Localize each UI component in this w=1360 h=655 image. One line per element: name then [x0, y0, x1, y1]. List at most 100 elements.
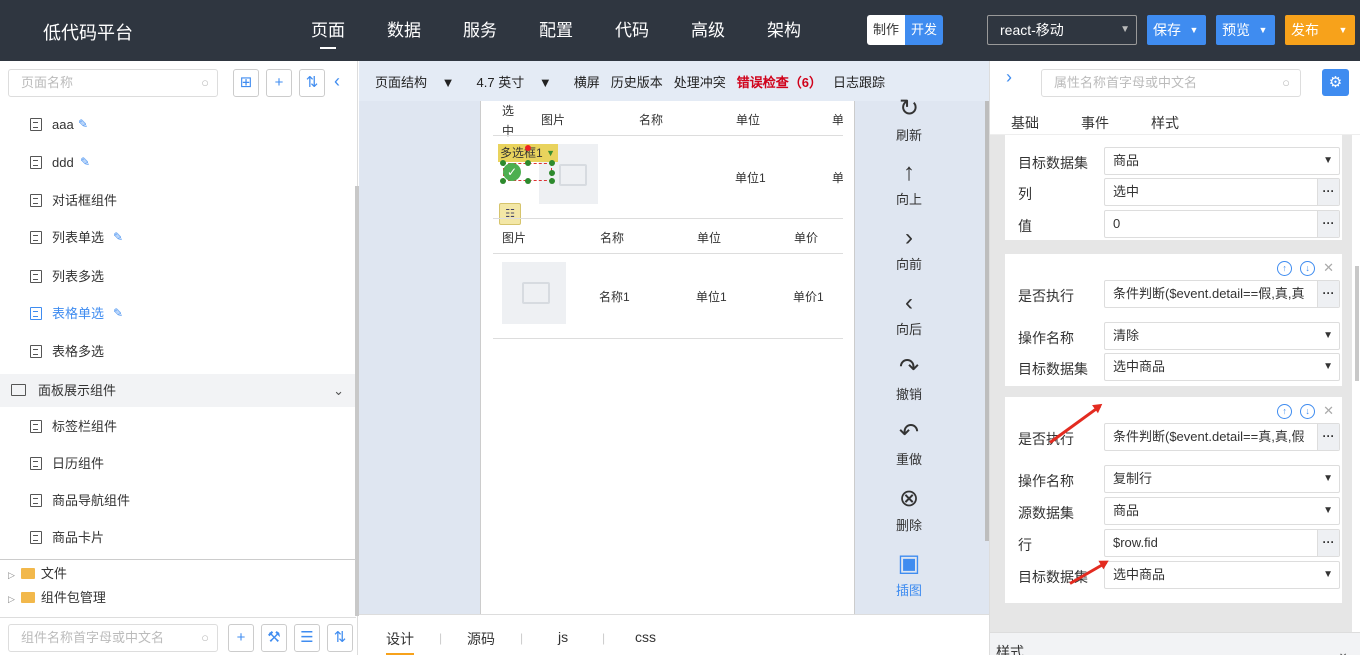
caret-down-icon[interactable]: ▼ — [1182, 15, 1206, 45]
move-up-circle-icon[interactable]: ↑ — [1277, 260, 1293, 276]
check-icon[interactable]: ✓ — [503, 163, 521, 181]
folder-item[interactable]: 面板展示组件 ⌄ — [0, 374, 356, 407]
wrench-button[interactable]: ⚒ — [261, 624, 287, 652]
page-item[interactable]: 表格多选 — [0, 333, 350, 370]
nav-data[interactable]: 数据 — [366, 0, 442, 61]
tab-design[interactable]: 设计 — [386, 629, 414, 655]
expand-icon[interactable]: ▷ — [8, 570, 15, 580]
search-icon[interactable]: ○ — [201, 625, 209, 651]
tab-js[interactable]: js — [558, 629, 568, 645]
move-down-circle-icon[interactable]: ↓ — [1300, 260, 1316, 276]
conflict-button[interactable]: 处理冲突 — [674, 72, 726, 91]
tab-style[interactable]: 样式 — [1151, 113, 1179, 133]
search-icon[interactable]: ○ — [201, 70, 209, 96]
nav-advanced[interactable]: 高级 — [670, 0, 746, 61]
resize-handle[interactable] — [525, 160, 531, 166]
page-item[interactable]: 日历组件 — [0, 445, 350, 482]
undo-button[interactable]: ↷ 撤销 — [879, 352, 939, 403]
device-size-dropdown[interactable]: 4.7 英寸 ▼ — [477, 72, 563, 91]
more-icon[interactable]: ··· — [1317, 211, 1339, 237]
page-item[interactable]: 商品导航组件 — [0, 482, 350, 519]
page-structure-dropdown[interactable]: 页面结构 ▼ — [375, 72, 466, 91]
move-up-button[interactable]: ↑ 向上 — [879, 157, 939, 208]
delete-button[interactable]: ⊗ 删除 — [879, 483, 939, 534]
text-field[interactable]: 条件判断($event.detail==假,真,真 ··· — [1104, 280, 1340, 308]
nav-code[interactable]: 代码 — [594, 0, 670, 61]
select-field[interactable]: 商品 ▼ — [1104, 497, 1340, 525]
more-icon[interactable]: ··· — [1317, 530, 1339, 556]
style-section-header[interactable]: 样式 ⌄ — [990, 632, 1360, 655]
right-scrollbar[interactable] — [1355, 266, 1359, 381]
caret-down-icon[interactable]: ▼ — [1331, 15, 1355, 45]
edit-icon[interactable]: ✎ — [113, 295, 123, 332]
tab-css[interactable]: css — [635, 629, 656, 645]
settings-button[interactable]: ⚙ — [1322, 69, 1349, 96]
history-button[interactable]: 历史版本 — [611, 72, 663, 91]
close-icon[interactable]: ✕ — [1323, 403, 1334, 419]
caret-down-icon[interactable]: ▼ — [1251, 15, 1275, 45]
save-button[interactable]: 保存 ▼ — [1147, 15, 1206, 45]
select-field[interactable]: 复制行 ▼ — [1104, 465, 1340, 493]
resize-handle[interactable] — [549, 170, 555, 176]
resize-handle[interactable] — [525, 178, 531, 184]
close-icon[interactable]: ✕ — [1323, 260, 1334, 276]
more-icon[interactable]: ··· — [1317, 179, 1339, 205]
page-item[interactable]: ddd ✎ — [0, 144, 350, 181]
phone-canvas[interactable]: 选中 图片 名称 单位 单价 单位1 单价 多选框1 ▼ ✓ ☷ 图片 — [480, 101, 855, 614]
sort-button[interactable]: ⇅ — [327, 624, 353, 652]
chevron-down-icon[interactable]: ⌄ — [333, 374, 344, 407]
file-tree-item[interactable]: ▷ 文件 — [8, 563, 67, 585]
text-field[interactable]: 0 ··· — [1104, 210, 1340, 238]
landscape-button[interactable]: 横屏 — [574, 72, 600, 91]
edit-icon[interactable]: ✎ — [78, 106, 88, 143]
error-check-button[interactable]: 错误检查（6） — [737, 72, 822, 91]
new-folder-button[interactable]: ⊞ — [233, 69, 259, 97]
page-item[interactable]: 列表多选 — [0, 258, 350, 295]
select-field[interactable]: 选中商品 ▼ — [1104, 353, 1340, 381]
add-page-button[interactable]: + — [266, 69, 292, 97]
page-item-selected[interactable]: 表格单选 ✎ — [0, 295, 350, 332]
insert-image-button[interactable]: ▣ 插图 — [879, 548, 939, 599]
text-field[interactable]: $row.fid ··· — [1104, 529, 1340, 557]
page-item[interactable]: aaa ✎ — [0, 106, 350, 143]
more-icon[interactable]: ··· — [1317, 424, 1339, 450]
select-field[interactable]: 商品 ▼ — [1104, 147, 1340, 175]
log-trace-button[interactable]: 日志跟踪 — [833, 72, 885, 91]
resize-handle[interactable] — [500, 178, 506, 184]
preview-button[interactable]: 预览 ▼ — [1216, 15, 1275, 45]
mode-dev-button[interactable]: 开发 — [905, 15, 943, 45]
refresh-button[interactable]: ↻ 刷新 — [879, 93, 939, 144]
nav-page[interactable]: 页面 — [290, 0, 366, 61]
page-item[interactable]: 商品卡片 — [0, 519, 350, 556]
nav-service[interactable]: 服务 — [442, 0, 518, 61]
component-search-input[interactable]: 组件名称首字母或中文名 ○ — [8, 624, 218, 652]
page-search-input[interactable]: 页面名称 ○ — [8, 69, 218, 97]
list-order-button[interactable]: ☰ — [294, 624, 320, 652]
redo-button[interactable]: ↶ 重做 — [879, 417, 939, 468]
back-button[interactable]: ‹ 向后 — [879, 287, 939, 338]
resize-handle[interactable] — [549, 160, 555, 166]
page-item[interactable]: 标签栏组件 — [0, 408, 350, 445]
nav-architecture[interactable]: 架构 — [746, 0, 822, 61]
mode-make-button[interactable]: 制作 — [867, 15, 905, 45]
chevron-right-icon[interactable]: › — [1006, 67, 1012, 88]
rotate-handle[interactable] — [525, 145, 531, 151]
component-list-icon[interactable]: ☷ — [499, 203, 521, 225]
tab-basic[interactable]: 基础 — [1011, 113, 1039, 133]
property-search-input[interactable]: 属性名称首字母或中文名 ○ — [1041, 69, 1301, 97]
edit-icon[interactable]: ✎ — [113, 219, 123, 256]
tab-source[interactable]: 源码 — [467, 629, 495, 649]
tab-events[interactable]: 事件 — [1081, 113, 1109, 133]
text-field[interactable]: 选中 ··· — [1104, 178, 1340, 206]
resize-handle[interactable] — [549, 178, 555, 184]
collapse-left-icon[interactable]: ‹ — [334, 71, 340, 92]
move-up-circle-icon[interactable]: ↑ — [1277, 403, 1293, 419]
search-icon[interactable]: ○ — [1282, 70, 1290, 96]
project-select[interactable]: react-移动 ▼ — [987, 15, 1137, 45]
sort-button[interactable]: ⇅ — [299, 69, 325, 97]
publish-button[interactable]: 发布 ▼ — [1285, 15, 1355, 45]
page-item[interactable]: 对话框组件 — [0, 182, 350, 219]
edit-icon[interactable]: ✎ — [80, 144, 90, 181]
page-item[interactable]: 列表单选 ✎ — [0, 219, 350, 256]
select-field[interactable]: 清除 ▼ — [1104, 322, 1340, 350]
